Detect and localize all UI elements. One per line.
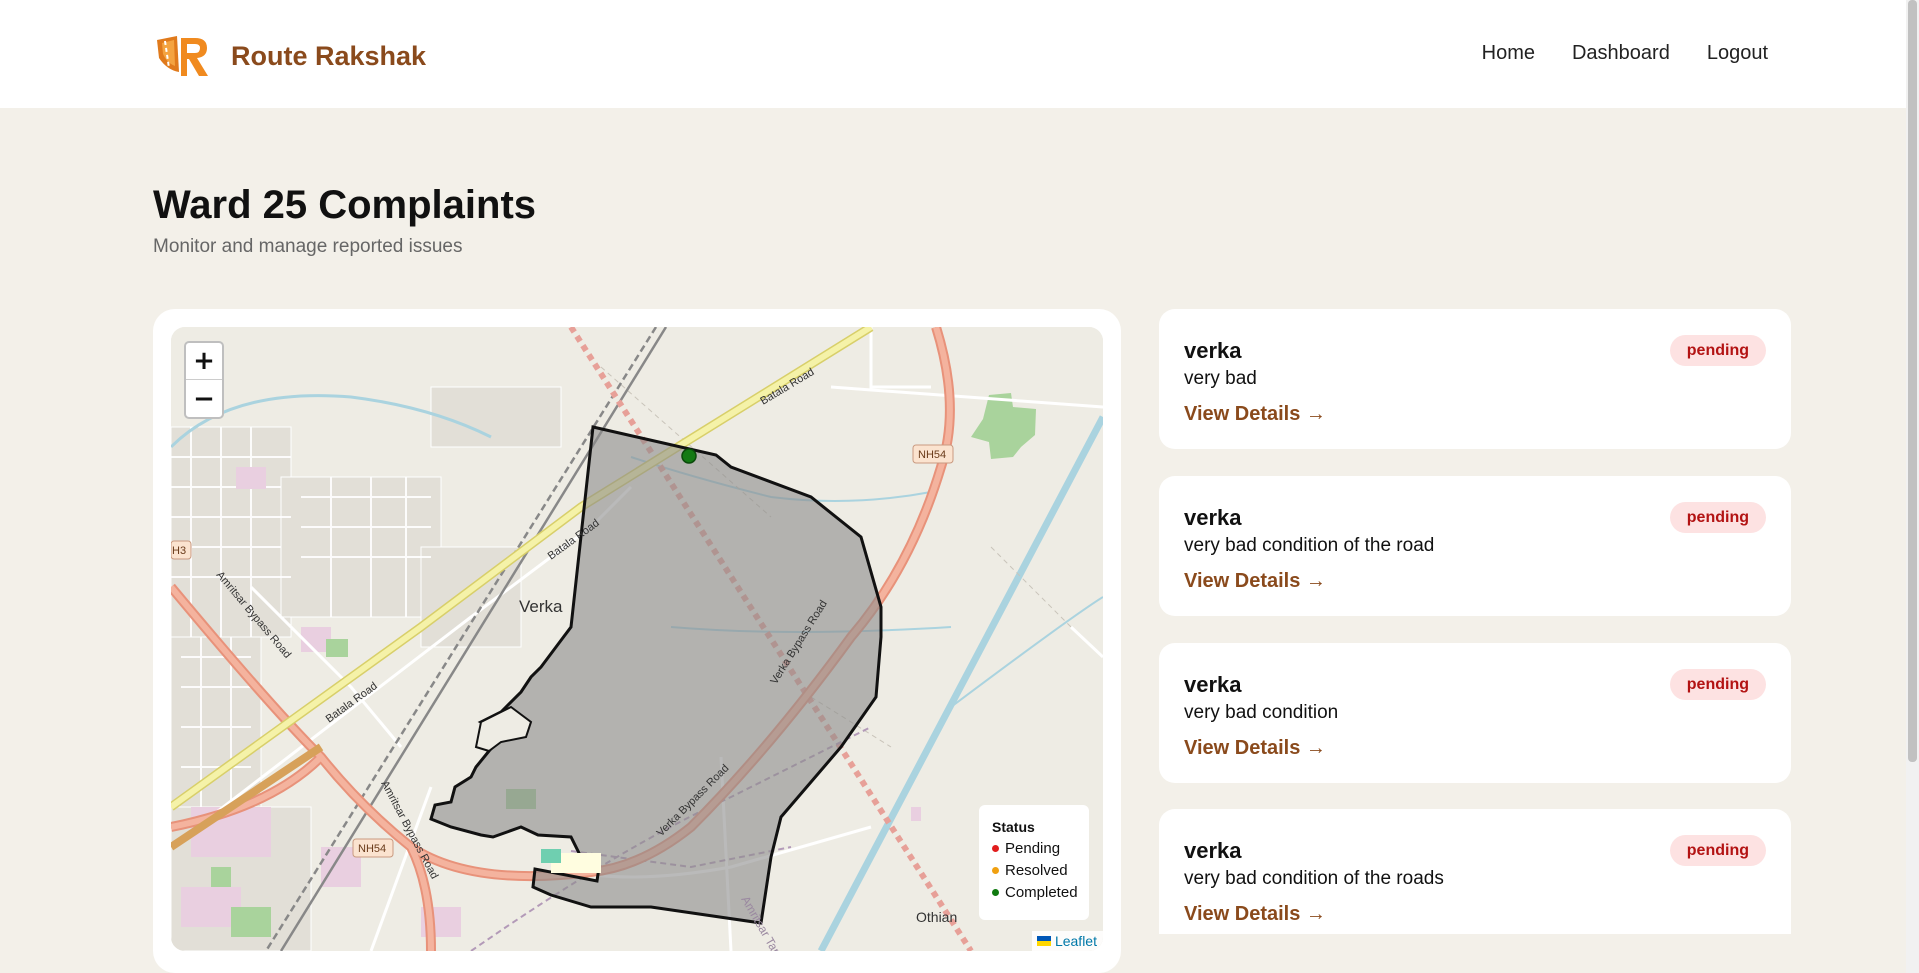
legend-label-completed: Completed xyxy=(1005,884,1078,901)
route-rakshak-logo-icon xyxy=(157,36,208,76)
brand-name: Route Rakshak xyxy=(231,40,427,71)
complaint-card[interactable]: verka very bad condition of the roads Vi… xyxy=(1159,809,1791,934)
page-subtitle: Monitor and manage reported issues xyxy=(153,236,463,257)
view-details-link[interactable]: View Details → xyxy=(1184,737,1326,760)
view-details-link[interactable]: View Details → xyxy=(1184,903,1326,926)
complaint-description: very bad xyxy=(1184,368,1257,389)
map-label-nh54: NH54 xyxy=(918,449,946,461)
legend-item-pending: Pending xyxy=(992,840,1089,857)
map-label-verka: Verka xyxy=(519,597,563,616)
page-title: Ward 25 Complaints xyxy=(153,183,537,227)
complaint-card[interactable]: verka very bad condition View Details → … xyxy=(1159,643,1791,783)
complaint-description: very bad condition of the roads xyxy=(1184,868,1444,889)
main-nav: Home Dashboard Logout xyxy=(1482,42,1768,65)
complaint-list[interactable]: verka very bad View Details → pending ve… xyxy=(1159,309,1791,934)
legend-title: Status xyxy=(992,819,1035,835)
status-badge: pending xyxy=(1669,835,1766,866)
ukraine-flag-icon xyxy=(1036,936,1051,946)
complaint-title: verka xyxy=(1184,505,1242,530)
orange-dot-icon xyxy=(992,867,999,874)
ward-map[interactable]: Verka Othian Batala Road Batala Road Bat… xyxy=(171,327,1103,951)
attribution-link[interactable]: Leaflet xyxy=(1055,933,1097,949)
nav-logout[interactable]: Logout xyxy=(1707,42,1768,65)
scrollbar-thumb[interactable] xyxy=(1908,0,1917,762)
complaint-title: verka xyxy=(1184,838,1242,863)
top-navbar: Route Rakshak Home Dashboard Logout xyxy=(0,0,1919,108)
zoom-in-button[interactable]: + xyxy=(186,343,222,380)
red-dot-icon xyxy=(992,845,999,852)
status-legend: Status Pending Resolved Completed xyxy=(979,805,1089,920)
legend-item-completed: Completed xyxy=(992,884,1089,901)
nav-dashboard[interactable]: Dashboard xyxy=(1572,42,1670,65)
map-attribution[interactable]: Leaflet xyxy=(1031,931,1103,951)
legend-label-pending: Pending xyxy=(1005,840,1061,857)
status-badge: pending xyxy=(1669,502,1766,533)
green-dot-icon xyxy=(992,889,999,896)
brand[interactable]: Route Rakshak xyxy=(153,32,426,80)
legend-label-resolved: Resolved xyxy=(1005,862,1068,879)
page-scrollbar[interactable] xyxy=(1906,0,1919,973)
complaint-title: verka xyxy=(1184,338,1242,363)
zoom-control: + − xyxy=(184,341,224,419)
complaint-card[interactable]: verka very bad condition of the road Vie… xyxy=(1159,476,1791,616)
map-tiles[interactable]: Verka Othian Batala Road Batala Road Bat… xyxy=(171,327,1103,951)
zoom-out-button[interactable]: − xyxy=(186,380,222,417)
complaint-marker[interactable] xyxy=(681,448,697,464)
status-badge: pending xyxy=(1669,335,1766,366)
complaint-description: very bad condition of the road xyxy=(1184,535,1435,556)
map-card: Verka Othian Batala Road Batala Road Bat… xyxy=(153,309,1121,973)
status-badge: pending xyxy=(1669,669,1766,700)
complaint-title: verka xyxy=(1184,672,1242,697)
map-label-nh54-2: NH54 xyxy=(358,843,386,855)
map-label-h3: H3 xyxy=(172,545,186,557)
complaint-card[interactable]: verka very bad View Details → pending xyxy=(1159,309,1791,449)
nav-home[interactable]: Home xyxy=(1482,42,1535,65)
view-details-link[interactable]: View Details → xyxy=(1184,570,1326,593)
map-label-othian: Othian xyxy=(916,909,957,925)
view-details-link[interactable]: View Details → xyxy=(1184,403,1326,426)
legend-item-resolved: Resolved xyxy=(992,862,1089,879)
complaint-description: very bad condition xyxy=(1184,702,1339,723)
